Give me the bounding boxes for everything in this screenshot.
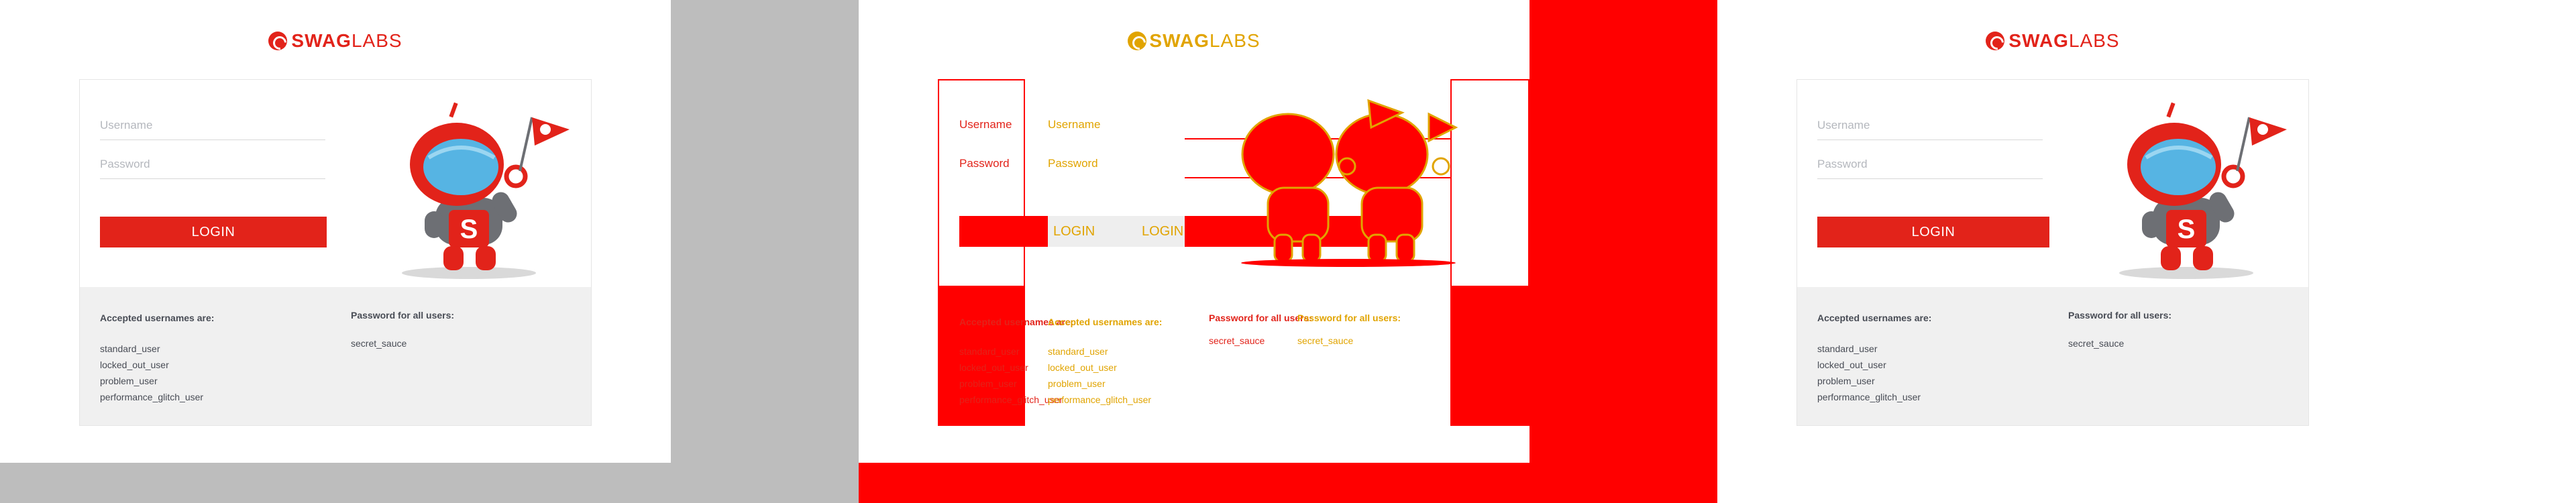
username-item: problem_user xyxy=(1817,376,1875,386)
diff-region xyxy=(859,463,1717,503)
logo-text: SWAGLABS xyxy=(291,30,402,51)
username-input[interactable] xyxy=(1817,111,2043,139)
password-value: secret_sauce xyxy=(2068,338,2125,349)
panel-diff: SWAGLABS Username Username Password Pass… xyxy=(859,0,1717,503)
username-placeholder-ghost: Username xyxy=(959,118,1012,131)
usernames-heading-ghost: Accepted usernames are: xyxy=(1048,317,1163,327)
username-placeholder-ghost: Username xyxy=(1048,118,1101,131)
diff-region xyxy=(1450,287,1529,426)
swag-labs-logo-icon xyxy=(1986,32,2005,50)
password-input[interactable] xyxy=(1817,150,2043,178)
logo-text: SWAGLABS xyxy=(1149,30,1260,51)
login-page: SWAGLABS LOGIN xyxy=(0,0,671,463)
usernames-list-ghost: standard_user locked_out_user problem_user… xyxy=(1048,346,1152,405)
username-item: standard_user xyxy=(1817,343,1878,354)
usernames-column: Accepted usernames are: standard_user lo… xyxy=(1817,313,1931,405)
password-placeholder-ghost: Password xyxy=(1048,157,1098,170)
diff-button-bar xyxy=(959,216,1048,247)
app-logo: SWAGLABS xyxy=(1717,30,2388,52)
username-field xyxy=(1817,111,2043,140)
password-heading-ghost: Password for all users: xyxy=(1297,313,1401,323)
usernames-list-ghost: standard_user locked_out_user problem_user… xyxy=(959,346,1063,405)
login-card: LOGIN S xyxy=(1796,79,2309,287)
usernames-column: Accepted usernames are: standard_user lo… xyxy=(100,313,214,405)
password-field xyxy=(100,150,325,179)
password-placeholder-ghost: Password xyxy=(959,157,1010,170)
login-button[interactable]: LOGIN xyxy=(1817,217,2049,247)
username-item: performance_glitch_user xyxy=(1817,392,1921,402)
panel-right: SWAGLABS LOGIN xyxy=(1717,0,2576,503)
robot-mascot-illustration: S xyxy=(2119,102,2287,279)
username-item: performance_glitch_user xyxy=(100,392,204,402)
password-value: secret_sauce xyxy=(351,338,407,349)
password-heading: Password for all users: xyxy=(351,310,455,321)
password-heading-ghost: Password for all users: xyxy=(1209,313,1313,323)
password-column: Password for all users: secret_sauce xyxy=(2068,310,2171,351)
password-column: Password for all users: secret_sauce xyxy=(351,310,454,351)
logo-text: SWAGLABS xyxy=(2008,30,2120,51)
password-value-ghost: secret_sauce xyxy=(1209,335,1265,346)
swag-labs-logo-icon xyxy=(268,32,288,50)
usernames-heading: Accepted usernames are: xyxy=(1817,313,1932,323)
swag-labs-logo-icon xyxy=(1128,32,1147,50)
username-item: standard_user xyxy=(100,343,160,354)
panel-left: SWAGLABS LOGIN xyxy=(0,0,859,503)
password-value-ghost: secret_sauce xyxy=(1297,335,1354,346)
username-input[interactable] xyxy=(100,111,325,139)
credentials-panel: Accepted usernames are: standard_user lo… xyxy=(1796,287,2309,426)
password-field xyxy=(1817,150,2043,179)
svg-text:S: S xyxy=(460,215,478,244)
credentials-panel: Accepted usernames are: standard_user lo… xyxy=(79,287,592,426)
login-button-ghost: LOGIN xyxy=(1053,224,1095,239)
password-heading: Password for all users: xyxy=(2068,310,2172,321)
login-page: SWAGLABS LOGIN xyxy=(1717,0,2576,503)
diff-logo: SWAGLABS xyxy=(859,30,1529,52)
robot-mascot-illustration xyxy=(1241,99,1458,267)
username-item: locked_out_user xyxy=(100,359,169,370)
username-field xyxy=(100,111,325,140)
login-card: LOGIN S xyxy=(79,79,592,287)
login-button[interactable]: LOGIN xyxy=(100,217,327,247)
robot-mascot-illustration: S xyxy=(402,102,570,279)
usernames-heading: Accepted usernames are: xyxy=(100,313,215,323)
login-button-ghost: LOGIN xyxy=(1142,224,1184,239)
svg-text:S: S xyxy=(2178,215,2196,244)
username-item: problem_user xyxy=(100,376,158,386)
username-item: locked_out_user xyxy=(1817,359,1886,370)
diff-region xyxy=(1529,0,1717,463)
app-logo: SWAGLABS xyxy=(0,30,671,52)
diff-outline xyxy=(938,79,1025,287)
password-input[interactable] xyxy=(100,150,325,178)
